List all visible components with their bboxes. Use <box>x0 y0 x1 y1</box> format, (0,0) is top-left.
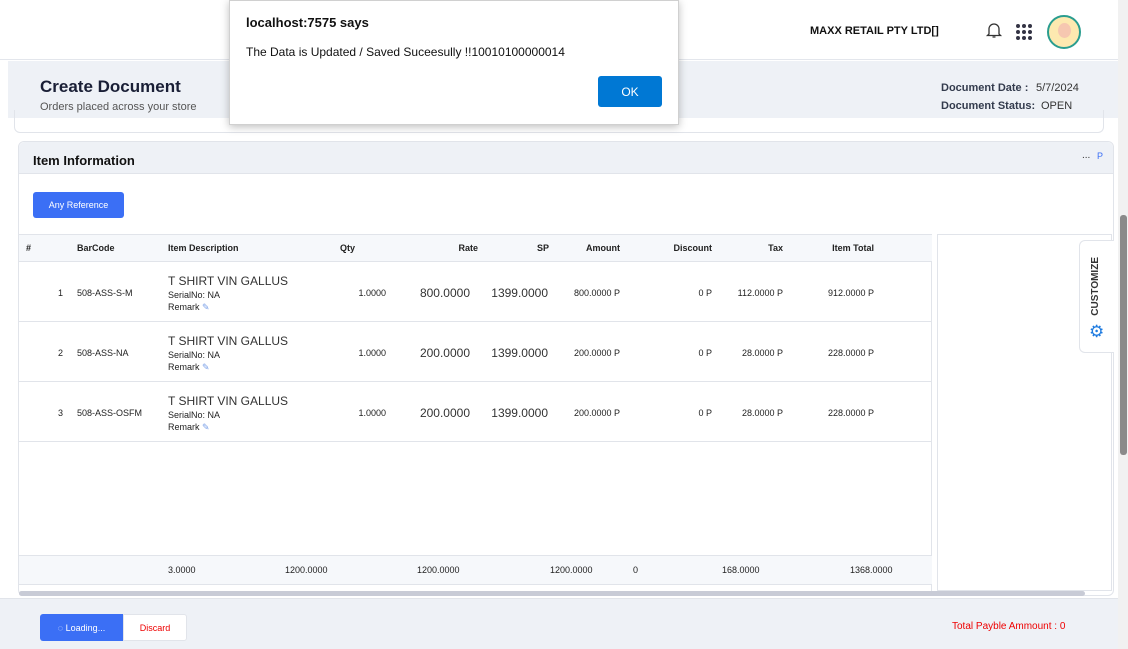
more-options-button[interactable]: ... <box>1082 150 1090 161</box>
remark-field[interactable]: Remark ✎ <box>168 362 210 373</box>
bell-icon[interactable] <box>985 21 1003 39</box>
col-amount: Amount <box>586 243 620 253</box>
remark-field[interactable]: Remark ✎ <box>168 302 210 313</box>
vertical-scrollbar-thumb[interactable] <box>1120 215 1127 455</box>
totals-row <box>19 555 932 585</box>
save-loading-button[interactable]: ◌ Loading... <box>40 614 123 641</box>
col-sp: SP <box>536 243 549 253</box>
total-discount: 0 <box>633 565 639 575</box>
col-description: Item Description <box>168 243 239 253</box>
cell-rate: 200.0000 <box>419 406 470 420</box>
total-payable-amount: Total Payble Ammount : 0 <box>952 621 1066 632</box>
col-tax: Tax <box>768 243 783 253</box>
cell-serial: SerialNo: NA <box>168 410 221 420</box>
gear-icon[interactable]: ⚙ <box>1089 323 1104 340</box>
cell-rate: 800.0000 <box>419 286 470 300</box>
col-barcode: BarCode <box>77 243 115 253</box>
total-qty: 3.0000 <box>168 565 196 575</box>
col-rate: Rate <box>458 243 478 253</box>
cell-amount: 200.0000 P <box>573 408 620 418</box>
cell-sp: 1399.0000 <box>491 286 548 300</box>
cell-discount: 0 P <box>698 348 712 358</box>
dialog-message: The Data is Updated / Saved Suceesully !… <box>246 45 565 59</box>
total-sp: 1200.0000 <box>417 565 460 575</box>
cell-rate: 200.0000 <box>419 346 470 360</box>
cell-tax: 28.0000 P <box>741 408 783 418</box>
cell-total: 228.0000 P <box>827 348 874 358</box>
remark-field[interactable]: Remark ✎ <box>168 422 210 433</box>
col-discount: Discount <box>673 243 712 253</box>
total-tax: 168.0000 <box>722 565 760 575</box>
cell-amount: 200.0000 P <box>573 348 620 358</box>
apps-grid-icon[interactable] <box>1016 24 1032 40</box>
document-date-value: 5/7/2024 <box>1036 82 1079 94</box>
cell-desc: T SHIRT VIN GALLUS <box>168 274 289 288</box>
ok-button[interactable]: OK <box>598 76 662 107</box>
cell-discount: 0 P <box>698 408 712 418</box>
document-date-label: Document Date : <box>941 82 1029 94</box>
page-title: Create Document <box>40 77 181 96</box>
cell-barcode: 508-ASS-NA <box>77 348 129 358</box>
remark-label: Remark <box>168 362 200 372</box>
cell-barcode: 508-ASS-OSFM <box>77 408 143 418</box>
cell-no: 2 <box>57 348 63 358</box>
cell-qty: 1.0000 <box>358 408 386 418</box>
any-reference-button[interactable]: Any Reference <box>33 192 124 218</box>
cell-sp: 1399.0000 <box>491 406 548 420</box>
cell-desc: T SHIRT VIN GALLUS <box>168 334 289 348</box>
cell-sp: 1399.0000 <box>491 346 548 360</box>
total-amount: 1200.0000 <box>550 565 593 575</box>
cell-amount: 800.0000 P <box>573 288 620 298</box>
dialog-title: localhost:7575 says <box>246 15 369 30</box>
edit-pencil-icon[interactable]: ✎ <box>200 422 210 432</box>
company-name: MAXX RETAIL PTY LTD[] <box>810 25 939 37</box>
cell-desc: T SHIRT VIN GALLUS <box>168 394 289 408</box>
cell-no: 1 <box>57 288 63 298</box>
total-item-total: 1368.0000 <box>850 565 893 575</box>
cell-no: 3 <box>57 408 63 418</box>
horizontal-scrollbar[interactable] <box>19 591 1085 596</box>
cell-tax: 28.0000 P <box>741 348 783 358</box>
edit-pencil-icon[interactable]: ✎ <box>200 302 210 312</box>
total-rate: 1200.0000 <box>285 565 328 575</box>
p-link[interactable]: P <box>1097 151 1103 161</box>
cell-serial: SerialNo: NA <box>168 290 221 300</box>
item-information-header <box>19 142 1113 174</box>
loading-label: Loading... <box>65 622 106 633</box>
cell-total: 228.0000 P <box>827 408 874 418</box>
remark-label: Remark <box>168 422 200 432</box>
avatar[interactable] <box>1047 15 1081 49</box>
cell-tax: 112.0000 P <box>737 288 783 298</box>
cell-total: 912.0000 P <box>827 288 874 298</box>
cell-serial: SerialNo: NA <box>168 350 221 360</box>
discard-button[interactable]: Discard <box>123 614 187 641</box>
cell-qty: 1.0000 <box>358 288 386 298</box>
col-qty: Qty <box>340 243 356 253</box>
item-information-title: Item Information <box>33 153 135 168</box>
spinner-icon: ◌ <box>57 622 64 633</box>
col-item-total: Item Total <box>832 243 874 253</box>
cell-qty: 1.0000 <box>358 348 386 358</box>
cell-barcode: 508-ASS-S-M <box>77 288 133 298</box>
edit-pencil-icon[interactable]: ✎ <box>200 362 210 372</box>
col-index: # <box>26 243 32 253</box>
cell-discount: 0 P <box>698 288 712 298</box>
customize-label: CUSTOMIZE <box>1090 257 1101 316</box>
remark-label: Remark <box>168 302 200 312</box>
